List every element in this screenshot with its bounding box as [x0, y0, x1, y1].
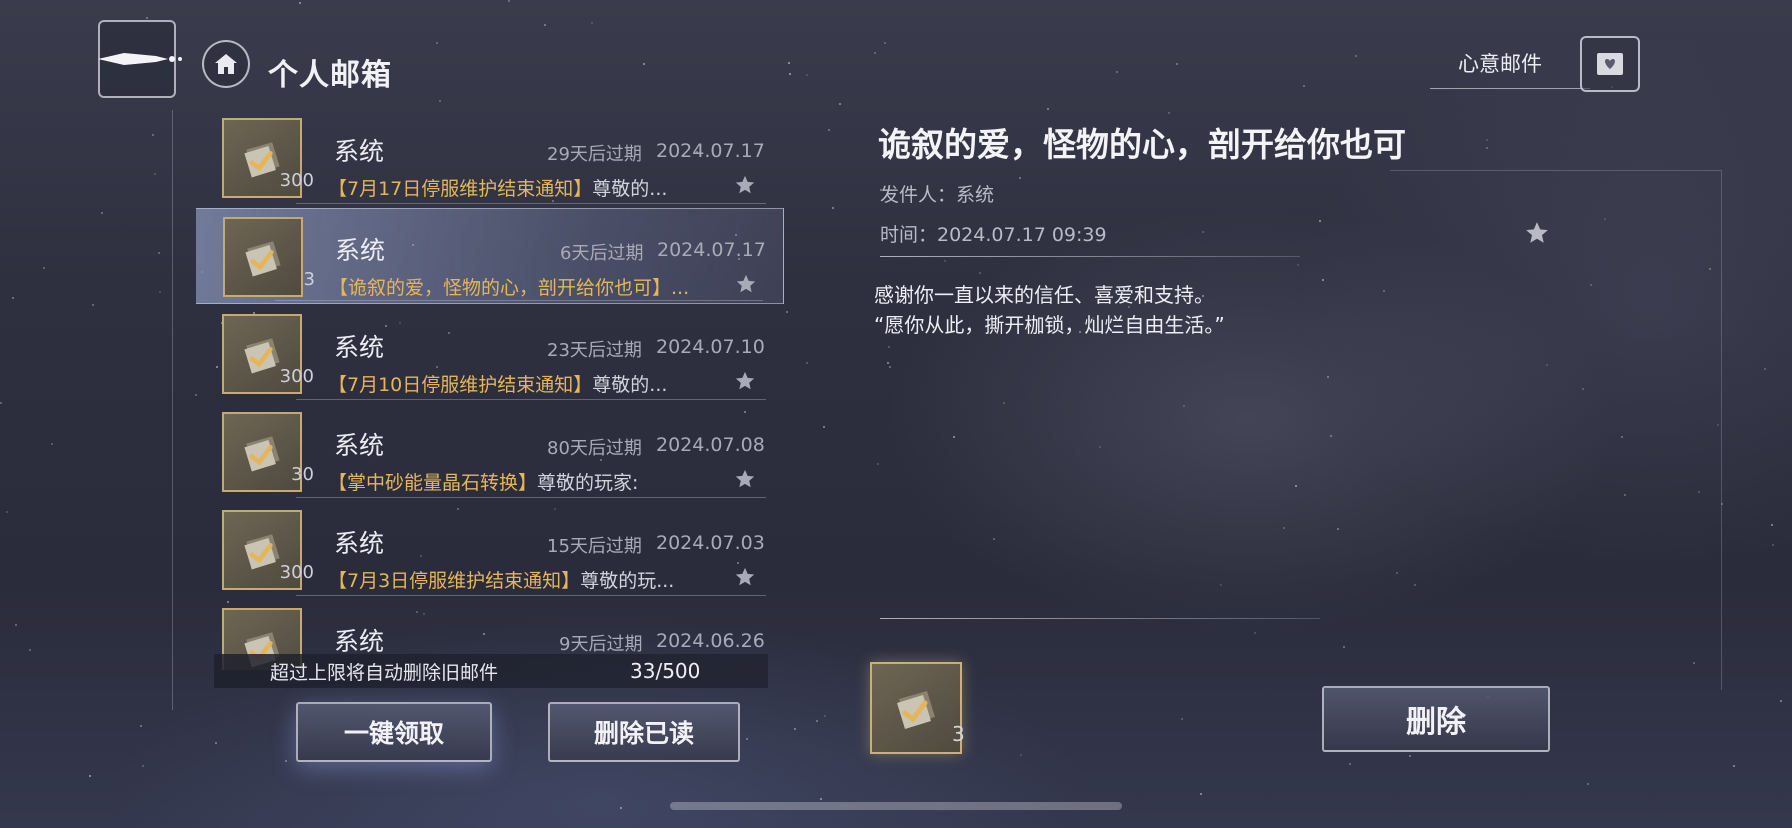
mail-body-line: 感谢你一直以来的信任、喜爱和支持。 — [874, 283, 1214, 307]
page-title: 个人邮箱 — [268, 58, 392, 93]
mail-subject-preview: 尊敬的玩家: — [537, 472, 639, 494]
mail-subject-highlight: 【掌中砂能量晶石转换】 — [328, 472, 538, 494]
attachment-count: 3 — [952, 722, 965, 746]
list-rail — [172, 110, 173, 710]
row-divider — [275, 300, 763, 301]
heart-mail-label: 心意邮件 — [1458, 52, 1542, 76]
mail-subject: 【7月10日停服维护结束通知】尊敬的... — [328, 370, 738, 397]
mail-list-item[interactable]: 300 系统 29天后过期 2024.07.17 【7月17日停服维护结束通知】尊敬的.… — [196, 110, 786, 206]
favorite-star-icon[interactable] — [1524, 220, 1550, 250]
row-divider — [296, 497, 766, 498]
mail-expiry: 23天后过期 — [547, 340, 642, 361]
favorite-star-icon[interactable] — [734, 468, 756, 494]
row-divider — [296, 203, 766, 204]
attachment-count: 300 — [279, 170, 314, 191]
attachment-count: 3 — [303, 269, 315, 290]
mail-subject-preview: 尊敬的... — [592, 374, 668, 396]
mail-date: 2024.07.17 — [657, 239, 766, 261]
row-divider — [296, 399, 766, 400]
mail-expiry: 80天后过期 — [547, 438, 642, 459]
mail-expiry: 9天后过期 — [559, 634, 643, 655]
capacity-text: 超过上限将自动删除旧邮件 — [270, 661, 499, 684]
mail-body-line: “愿你从此，撕开枷锁，灿烂自由生活。” — [874, 313, 1225, 337]
mailbox-capacity-bar: 超过上限将自动删除旧邮件 33/500 — [214, 654, 768, 688]
delete-read-button[interactable]: 删除已读 — [548, 702, 740, 762]
mail-subject-preview: 尊敬的... — [592, 178, 668, 200]
mail-sender: 系统 — [334, 529, 385, 558]
attachment-item[interactable] — [870, 662, 962, 754]
mail-list[interactable]: 300 系统 29天后过期 2024.07.17 【7月17日停服维护结束通知】尊敬的.… — [196, 110, 786, 670]
favorite-star-icon[interactable] — [734, 370, 756, 396]
mail-date: 2024.07.08 — [656, 434, 765, 456]
mail-subject-highlight: 【7月17日停服维护结束通知】 — [328, 178, 593, 200]
mail-sender: 系统 — [334, 431, 385, 460]
mail-date: 2024.07.17 — [656, 140, 765, 162]
home-indicator[interactable] — [670, 802, 1122, 810]
attachment-count: 300 — [279, 366, 314, 387]
mail-list-item[interactable]: 300 系统 15天后过期 2024.07.03 【7月3日停服维护结束通知】尊敬的玩.… — [196, 502, 786, 598]
mail-expiry: 6天后过期 — [560, 243, 644, 264]
capacity-count: 33/500 — [630, 659, 701, 683]
attachment-count: 30 — [291, 464, 314, 485]
favorite-star-icon[interactable] — [734, 174, 756, 200]
back-arrow-icon — [98, 53, 182, 65]
heart-mail-link[interactable]: 心意邮件 — [1458, 46, 1542, 80]
mail-date: 2024.07.03 — [656, 532, 765, 554]
attachment-count: 300 — [279, 562, 314, 583]
heart-envelope-icon — [1597, 53, 1623, 75]
home-icon — [215, 54, 237, 74]
heart-mail-button[interactable] — [1580, 36, 1640, 92]
favorite-star-icon[interactable] — [735, 273, 757, 299]
mail-subject-preview: 尊敬的玩... — [580, 570, 675, 592]
mail-date: 2024.06.26 — [656, 630, 765, 652]
delete-button[interactable]: 删除 — [1322, 686, 1550, 752]
detail-divider — [880, 256, 1300, 257]
mail-date: 2024.07.10 — [656, 336, 765, 358]
mail-detail-body: 感谢你一直以来的信任、喜爱和支持。 “愿你从此，撕开枷锁，灿烂自由生活。” — [874, 280, 1225, 340]
mail-detail-time: 时间：2024.07.17 09:39 — [880, 224, 1107, 246]
mail-subject: 【7月17日停服维护结束通知】尊敬的... — [328, 174, 738, 201]
mail-expiry: 29天后过期 — [547, 144, 642, 165]
claim-all-button[interactable]: 一键领取 — [296, 702, 492, 762]
gift-box-icon — [897, 691, 935, 729]
mail-list-item[interactable]: 3 系统 6天后过期 2024.07.17 【诡叙的爱，怪物的心，剖开给你也可】... — [196, 208, 784, 304]
favorite-star-icon[interactable] — [734, 566, 756, 592]
mail-detail-sender: 发件人：系统 — [880, 184, 995, 206]
mail-subject: 【掌中砂能量晶石转换】尊敬的玩家: — [328, 468, 738, 495]
back-button[interactable] — [98, 20, 182, 98]
home-button[interactable] — [202, 40, 250, 88]
mail-subject-highlight: 【7月3日停服维护结束通知】 — [328, 570, 581, 592]
mail-list-item[interactable]: 30 系统 80天后过期 2024.07.08 【掌中砂能量晶石转换】尊敬的玩家: — [196, 404, 786, 500]
mail-subject: 【诡叙的爱，怪物的心，剖开给你也可】... — [329, 273, 739, 300]
mail-expiry: 15天后过期 — [547, 536, 642, 557]
mail-subject-highlight: 【诡叙的爱，怪物的心，剖开给你也可】... — [329, 277, 690, 299]
mail-sender: 系统 — [334, 333, 385, 362]
heart-mail-underline — [1430, 88, 1590, 89]
detail-frame — [1390, 170, 1722, 690]
row-divider — [296, 595, 766, 596]
mail-subject: 【7月3日停服维护结束通知】尊敬的玩... — [328, 566, 738, 593]
mail-sender: 系统 — [334, 627, 385, 656]
mail-sender: 系统 — [335, 236, 386, 265]
mail-sender: 系统 — [334, 137, 385, 166]
mail-detail-title: 诡叙的爱，怪物的心，剖开给你也可 — [878, 125, 1406, 164]
mail-subject-highlight: 【7月10日停服维护结束通知】 — [328, 374, 593, 396]
attachment-divider — [880, 618, 1320, 619]
mail-list-item[interactable]: 300 系统 23天后过期 2024.07.10 【7月10日停服维护结束通知】尊敬的.… — [196, 306, 786, 402]
